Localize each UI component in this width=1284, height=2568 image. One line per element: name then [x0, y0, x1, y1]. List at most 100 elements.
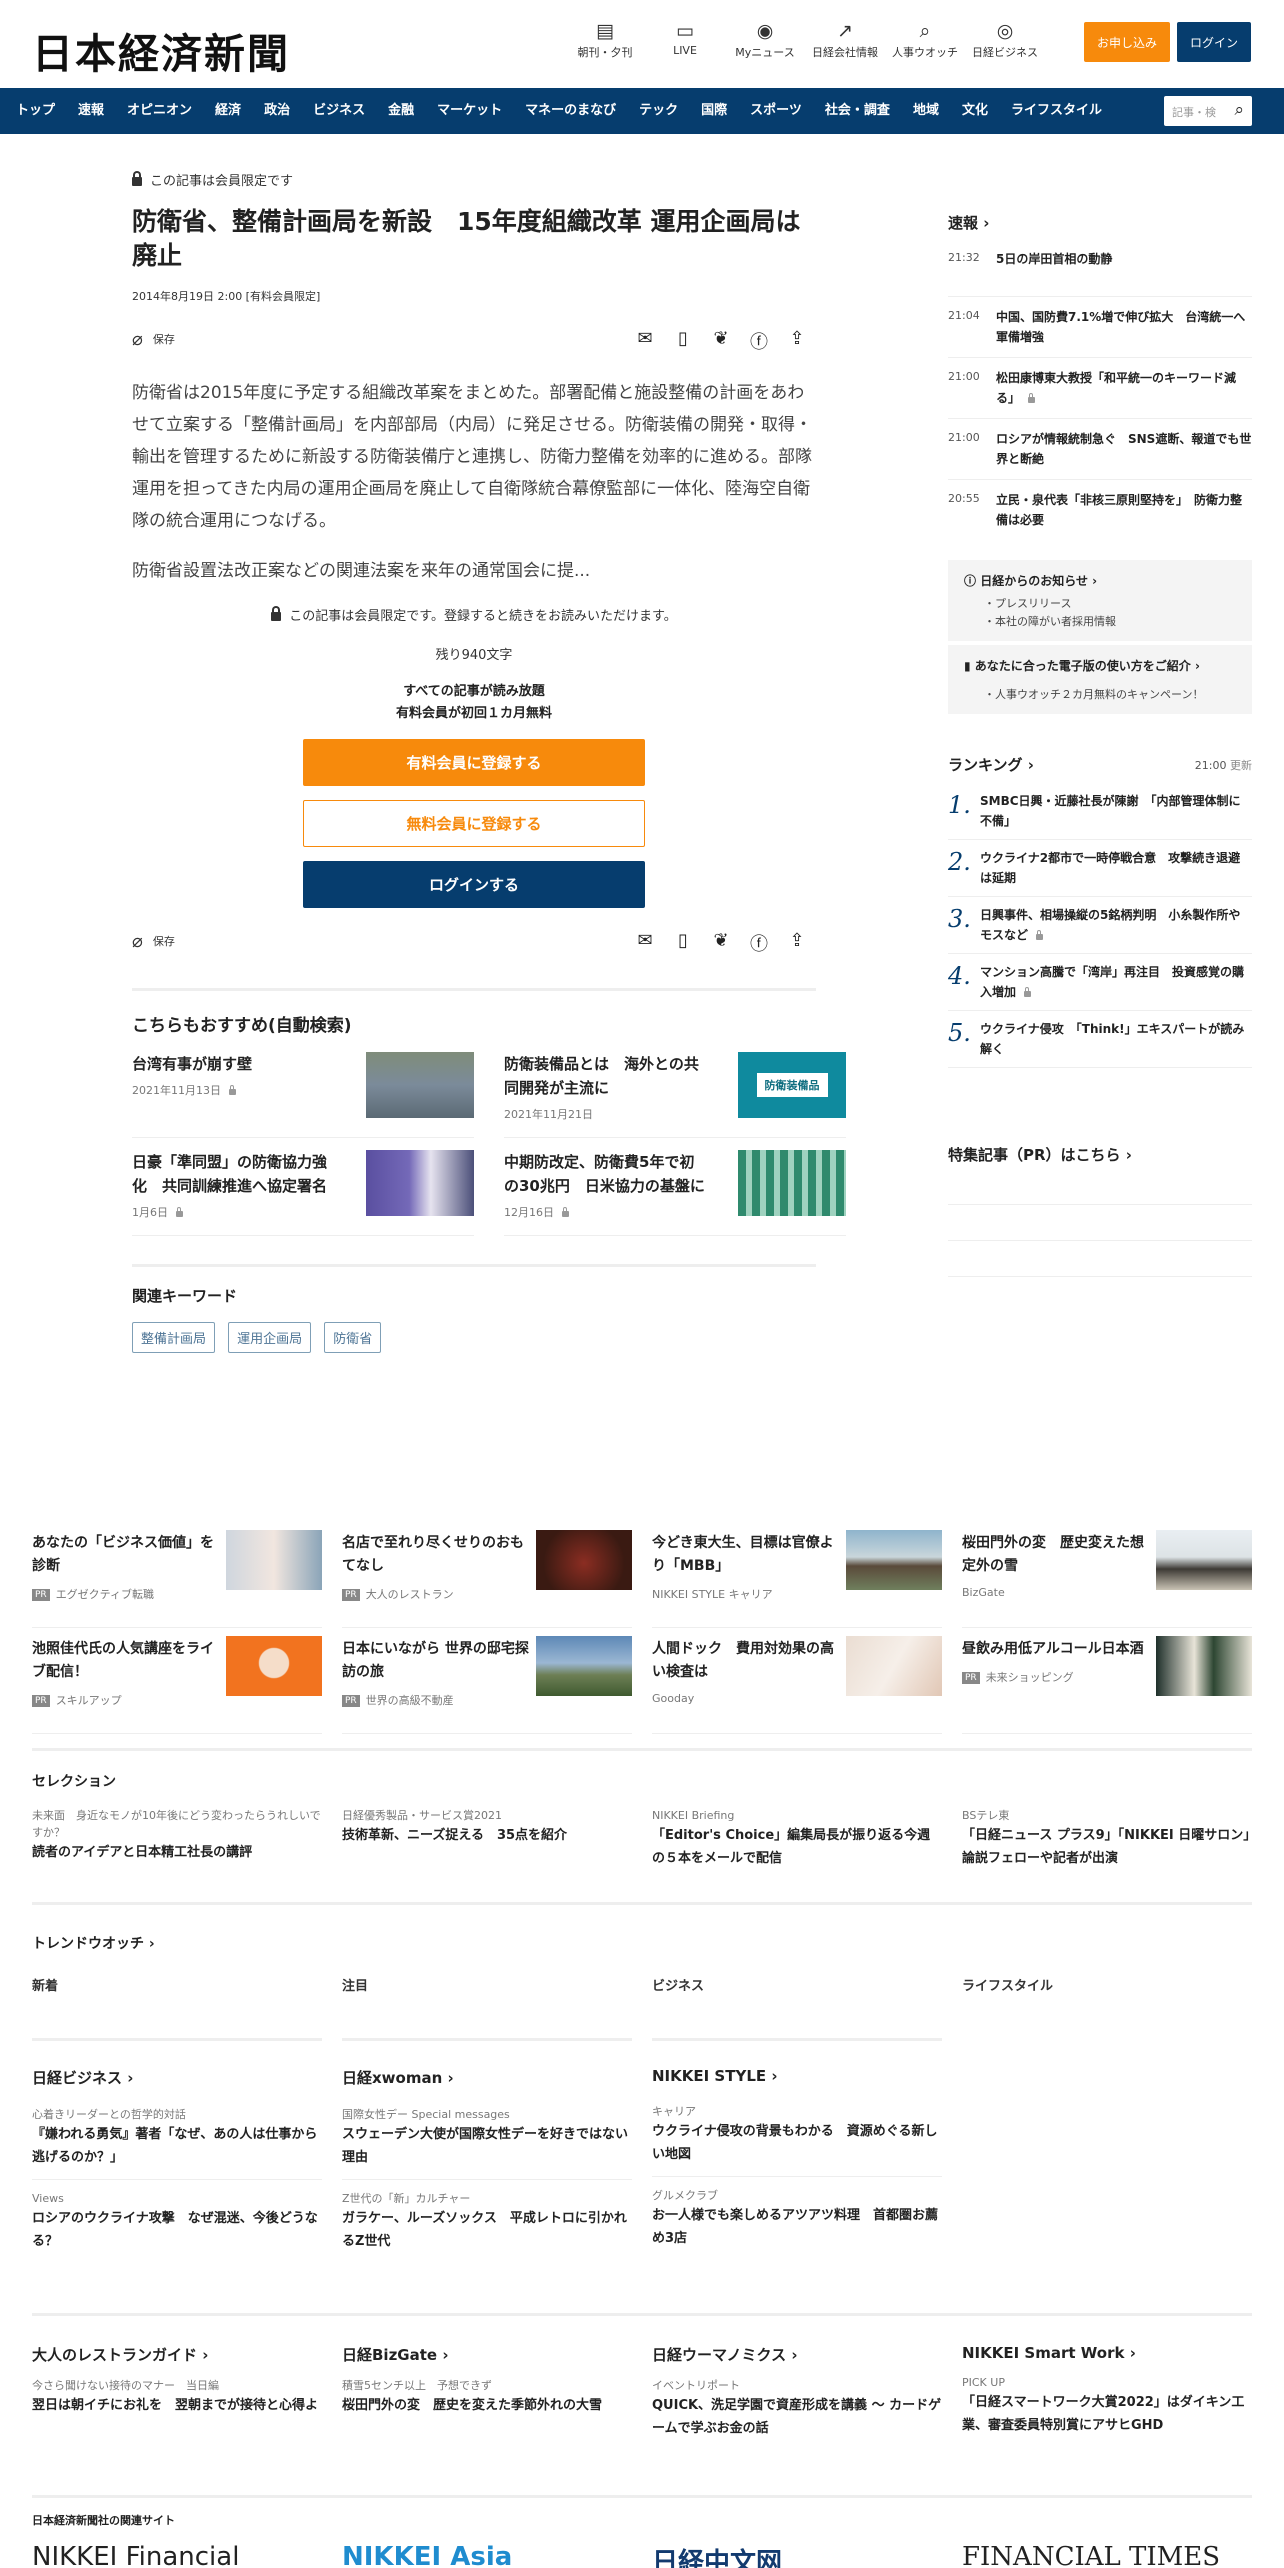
save-button[interactable]: 保存 — [153, 933, 175, 949]
selection-item[interactable]: 未来面 身近なモノが10年後にどう変わったらうれしいですか？ 読者のアイデアと日本… — [32, 1807, 322, 1870]
trend-entry[interactable]: 心着きリーダーとの哲学的対話 『嫌われる勇気』著者「なぜ、あの人は仕事から逃げるの… — [32, 2106, 322, 2180]
twitter-icon[interactable]: ❦ — [702, 328, 740, 354]
selection-item[interactable]: 日経優秀製品・サービス賞2021 技術革新、ニーズ捉える 35点を紹介 — [342, 1807, 632, 1870]
share-icon[interactable]: ⇪ — [778, 328, 816, 354]
trend-brand-link[interactable]: 日経ビジネス › — [32, 2067, 322, 2088]
nav-item-opinion[interactable]: オピニオン — [127, 88, 192, 134]
trend-brand-link[interactable]: 日経xwoman › — [342, 2067, 632, 2088]
notice-heading[interactable]: ⓘ 日経からのお知らせ › — [964, 572, 1236, 589]
notice-item[interactable]: ・プレスリリース — [964, 597, 1236, 611]
login-article-button[interactable]: ログインする — [303, 861, 645, 908]
ad-item[interactable]: 今どき東大生、目標は官僚より「MBB」 NIKKEI STYLE キャリア — [652, 1522, 942, 1628]
ranking-item[interactable]: 5. ウクライナ侵攻 「Think!」エキスパートが読み解く — [948, 1011, 1252, 1068]
trend-entry[interactable]: Z世代の「新」カルチャー ガラケー、ルーズソックス 平成レトロに引かれるZ世代 — [342, 2190, 632, 2253]
logo-financial-times[interactable]: FINANCIAL TIMES — [962, 2542, 1252, 2568]
ranking-heading[interactable]: ランキング › — [948, 756, 1034, 774]
trend-entry[interactable]: キャリア ウクライナ侵攻の背景もわかる 資源めぐる新しい地図 — [652, 2103, 942, 2177]
ad-item[interactable]: 名店で至れり尽くせりのおもてなし PR 大人のレストラン — [342, 1522, 632, 1628]
trend-entry[interactable]: 国際女性デー Special messages スウェーデン大使が国際女性デーを好… — [342, 2106, 632, 2180]
ad-item[interactable]: あなたの「ビジネス価値」を診断 PR エグゼクティブ転職 — [32, 1522, 322, 1628]
register-paid-button[interactable]: 有料会員に登録する — [303, 739, 645, 786]
flash-item[interactable]: 21:32 5日の岸田首相の動静 — [948, 239, 1252, 297]
facebook-icon[interactable]: ⓕ — [740, 328, 778, 354]
register-free-button[interactable]: 無料会員に登録する — [303, 800, 645, 847]
flash-heading[interactable]: 速報 › — [948, 212, 1252, 233]
bookmark-icon[interactable]: ▯ — [664, 930, 702, 956]
partner-link[interactable]: NIKKEI Smart Work › PICK UP 「日経スマートワーク大賞20… — [962, 2344, 1252, 2440]
ad-item[interactable]: 池照佳代氏の人気講座をライブ配信！ PR スキルアップ — [32, 1628, 322, 1734]
nav-item-culture[interactable]: 文化 — [962, 88, 988, 134]
partner-link[interactable]: 日経BizGate › 積雪5センチ以上 予想できず 桜田門外の変 歴史を変えた季節… — [342, 2344, 632, 2440]
notice-item[interactable]: ・本社の障がい者採用情報 — [964, 615, 1236, 629]
nav-item-lifestyle[interactable]: ライフスタイル — [1011, 88, 1102, 134]
trend-heading[interactable]: トレンドウオッチ › — [32, 1933, 1252, 1953]
nav-item-flash[interactable]: 速報 — [78, 88, 104, 134]
keyword-tag[interactable]: 防衛省 — [324, 1322, 382, 1353]
ranking-item[interactable]: 1. SMBC日興・近藤社長が陳謝 「内部管理体制に不備」 — [948, 783, 1252, 840]
apply-button[interactable]: お申し込み — [1084, 22, 1170, 62]
nav-item-finance[interactable]: 金融 — [388, 88, 414, 134]
search-icon[interactable]: ⌕ — [1234, 100, 1244, 120]
nav-item-tech[interactable]: テック — [639, 88, 678, 134]
search-input[interactable]: 記事・検 ⌕ — [1164, 96, 1252, 126]
header-link-jinji[interactable]: ⌕ 人事ウオッチ — [885, 18, 965, 60]
flash-item[interactable]: 21:00 松田康博東大教授「和平統一のキーワード減る」 — [948, 358, 1252, 419]
nav-item-region[interactable]: 地域 — [913, 88, 939, 134]
partner-link[interactable]: 日経ウーマノミクス › イベントリポート QUICK、洗足学園で資産形成を講義 ～ … — [652, 2344, 942, 2440]
nav-item-money[interactable]: マネーのまなび — [525, 88, 616, 134]
selection-item[interactable]: NIKKEI Briefing 「Editor's Choice」編集局長が振り返… — [652, 1807, 942, 1870]
header-link-paper[interactable]: ▤ 朝刊・夕刊 — [565, 18, 645, 60]
ranking-item[interactable]: 2. ウクライナ2都市で一時停戦合意 攻撃続き退避は延期 — [948, 840, 1252, 897]
ad-item[interactable]: 人間ドック 費用対効果の高い検査は Gooday — [652, 1628, 942, 1734]
logo-nikkei-financial[interactable]: NIKKEI Financial — [32, 2542, 322, 2568]
tab-new[interactable]: 新着 — [32, 1975, 322, 1994]
ranking-item[interactable]: 4. マンション高騰で「湾岸」再注目 投資感覚の購入増加 — [948, 954, 1252, 1011]
nav-item-sports[interactable]: スポーツ — [750, 88, 802, 134]
recommend-item[interactable]: 中期防改定、防衛費5年で初の30兆円 日米協力の基盤に 12月16日 — [504, 1138, 846, 1236]
nav-item-international[interactable]: 国際 — [701, 88, 727, 134]
tab-featured[interactable]: 注目 — [342, 1975, 632, 1994]
tab-lifestyle[interactable]: ライフスタイル — [962, 1975, 1252, 1994]
ebook-heading[interactable]: ▮ あなたに合った電子版の使い方をご紹介 › — [964, 657, 1236, 674]
trend-entry[interactable]: Views ロシアのウクライナ攻撃 なぜ混迷、今後どうなる？ — [32, 2190, 322, 2253]
recommend-item[interactable]: 防衛装備品とは 海外との共同開発が主流に 2021年11月21日 防衛装備品 — [504, 1040, 846, 1138]
pr-features-link[interactable]: 特集記事（PR）はこちら › — [948, 1144, 1252, 1165]
trend-brand-link[interactable]: NIKKEI STYLE › — [652, 2067, 942, 2085]
mail-icon[interactable]: ✉ — [626, 930, 664, 956]
nav-item-politics[interactable]: 政治 — [264, 88, 290, 134]
nav-item-economy[interactable]: 経済 — [215, 88, 241, 134]
flash-item[interactable]: 20:55 立民・泉代表「非核三原則堅持を」 防衛力整備は必要 — [948, 480, 1252, 540]
nav-item-business[interactable]: ビジネス — [313, 88, 365, 134]
tab-business[interactable]: ビジネス — [652, 1975, 942, 1994]
keyword-tag[interactable]: 運用企画局 — [228, 1322, 312, 1353]
nav-item-society[interactable]: 社会・調査 — [825, 88, 890, 134]
nav-item-top[interactable]: トップ — [16, 88, 55, 134]
header-link-company-info[interactable]: ↗ 日経会社情報 — [805, 18, 885, 60]
recommend-item[interactable]: 日豪「準同盟」の防衛協力強化 共同訓練推進へ協定署名 1月6日 — [132, 1138, 474, 1236]
partner-link[interactable]: 大人のレストランガイド › 今さら聞けない接待のマナー 当日編 翌日は朝イチにお礼を… — [32, 2344, 322, 2440]
ebook-item[interactable]: ・人事ウオッチ２カ月無料のキャンペーン！ — [964, 688, 1236, 702]
nav-item-market[interactable]: マーケット — [437, 88, 502, 134]
header-link-business[interactable]: ◎ 日経ビジネス — [965, 18, 1045, 60]
twitter-icon[interactable]: ❦ — [702, 930, 740, 956]
clip-icon[interactable]: ⌀ — [132, 931, 143, 952]
share-icon[interactable]: ⇪ — [778, 930, 816, 956]
logo-nikkei-asia[interactable]: NIKKEI Asia — [342, 2542, 632, 2568]
keyword-tag[interactable]: 整備計画局 — [132, 1322, 216, 1353]
nikkei-logo[interactable]: 日本経済新聞 — [32, 20, 290, 80]
selection-item[interactable]: BSテレ東 「日経ニュース プラス9」「NIKKEI 日曜サロン」論説フェローや記… — [962, 1807, 1252, 1870]
flash-item[interactable]: 21:00 ロシアが情報統制急ぐ SNS遮断、報道でも世界と断絶 — [948, 419, 1252, 480]
header-link-mynews[interactable]: ◉ Myニュース — [725, 18, 805, 60]
ad-item[interactable]: 桜田門外の変 歴史変えた想定外の雪 BizGate — [962, 1522, 1252, 1628]
mail-icon[interactable]: ✉ — [626, 328, 664, 354]
save-button[interactable]: 保存 — [153, 331, 175, 347]
recommend-item[interactable]: 台湾有事が崩す壁 2021年11月13日 — [132, 1040, 474, 1138]
clip-icon[interactable]: ⌀ — [132, 329, 143, 350]
login-button[interactable]: ログイン — [1177, 22, 1251, 62]
header-link-live[interactable]: ▭ LIVE — [645, 18, 725, 60]
flash-item[interactable]: 21:04 中国、国防費7.1%増で伸び拡大 台湾統一へ軍備増強 — [948, 297, 1252, 358]
ad-item[interactable]: 日本にいながら 世界の邸宅探訪の旅 PR 世界の高級不動産 — [342, 1628, 632, 1734]
bookmark-icon[interactable]: ▯ — [664, 328, 702, 354]
trend-entry[interactable]: グルメクラブ お一人様でも楽しめるアツアツ料理 首都圏お薦め3店 — [652, 2187, 942, 2250]
ranking-item[interactable]: 3. 日興事件、相場操縦の5銘柄判明 小糸製作所やモスなど — [948, 897, 1252, 954]
